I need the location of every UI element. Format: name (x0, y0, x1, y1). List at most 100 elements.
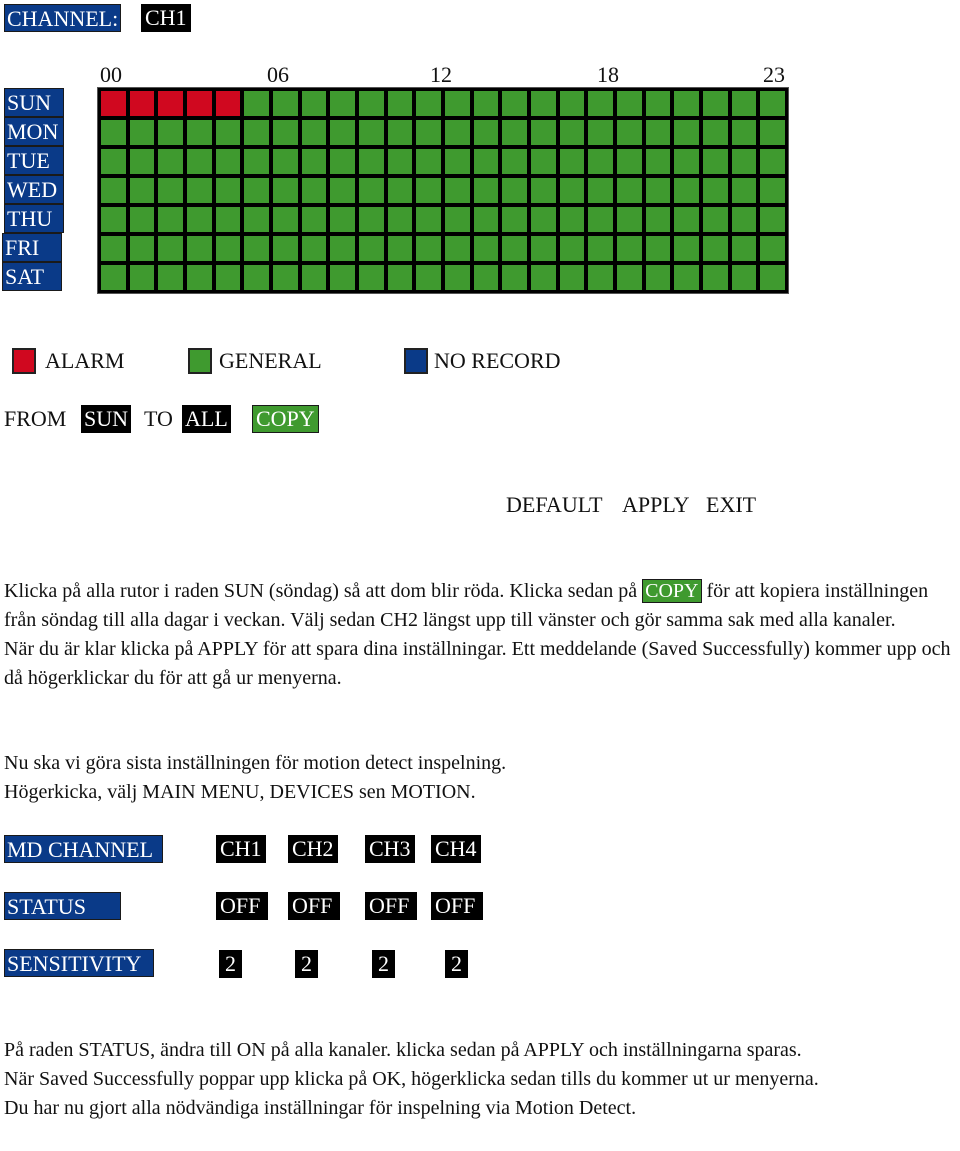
schedule-cell-thu-4[interactable] (215, 207, 241, 232)
schedule-cell-thu-1[interactable] (129, 207, 155, 232)
schedule-cell-thu-20[interactable] (674, 207, 699, 232)
schedule-cell-tue-2[interactable] (158, 149, 183, 174)
schedule-cell-tue-22[interactable] (731, 149, 757, 174)
schedule-cell-fri-21[interactable] (702, 236, 728, 261)
schedule-cell-mon-18[interactable] (616, 120, 642, 145)
schedule-cell-tue-7[interactable] (301, 149, 327, 174)
schedule-cell-sat-2[interactable] (158, 265, 183, 290)
schedule-cell-fri-23[interactable] (760, 236, 785, 261)
schedule-cell-sat-13[interactable] (473, 265, 499, 290)
schedule-cell-tue-6[interactable] (272, 149, 298, 174)
schedule-cell-mon-22[interactable] (731, 120, 757, 145)
schedule-cell-tue-8[interactable] (330, 149, 355, 174)
schedule-cell-mon-2[interactable] (158, 120, 183, 145)
schedule-cell-sun-6[interactable] (272, 91, 298, 116)
schedule-cell-sun-19[interactable] (645, 91, 671, 116)
schedule-cell-thu-12[interactable] (444, 207, 470, 232)
schedule-cell-tue-20[interactable] (674, 149, 699, 174)
schedule-cell-mon-7[interactable] (301, 120, 327, 145)
schedule-cell-thu-14[interactable] (502, 207, 527, 232)
schedule-cell-wed-0[interactable] (101, 178, 126, 203)
schedule-cell-wed-3[interactable] (186, 178, 212, 203)
schedule-cell-thu-15[interactable] (530, 207, 556, 232)
schedule-cell-tue-15[interactable] (530, 149, 556, 174)
schedule-cell-sat-17[interactable] (588, 265, 613, 290)
status-select-ch1[interactable]: OFF (216, 892, 269, 920)
schedule-cell-fri-7[interactable] (301, 236, 327, 261)
schedule-cell-sun-4[interactable] (215, 91, 241, 116)
schedule-cell-mon-19[interactable] (645, 120, 671, 145)
schedule-cell-wed-13[interactable] (473, 178, 499, 203)
schedule-cell-sat-0[interactable] (101, 265, 126, 290)
schedule-cell-tue-1[interactable] (129, 149, 155, 174)
schedule-cell-sat-14[interactable] (502, 265, 527, 290)
schedule-cell-wed-23[interactable] (760, 178, 785, 203)
schedule-cell-sun-0[interactable] (101, 91, 126, 116)
schedule-cell-mon-3[interactable] (186, 120, 212, 145)
schedule-cell-fri-8[interactable] (330, 236, 355, 261)
schedule-cell-fri-15[interactable] (530, 236, 556, 261)
schedule-cell-sun-9[interactable] (358, 91, 384, 116)
schedule-cell-sat-4[interactable] (215, 265, 241, 290)
schedule-cell-fri-4[interactable] (215, 236, 241, 261)
schedule-cell-fri-6[interactable] (272, 236, 298, 261)
schedule-cell-tue-11[interactable] (416, 149, 441, 174)
schedule-cell-sun-2[interactable] (158, 91, 183, 116)
schedule-cell-mon-17[interactable] (588, 120, 613, 145)
schedule-cell-fri-22[interactable] (731, 236, 757, 261)
schedule-cell-tue-19[interactable] (645, 149, 671, 174)
sensitivity-select-ch4[interactable]: 2 (445, 950, 468, 978)
schedule-cell-sat-8[interactable] (330, 265, 355, 290)
schedule-cell-tue-9[interactable] (358, 149, 384, 174)
schedule-cell-tue-3[interactable] (186, 149, 212, 174)
schedule-cell-wed-16[interactable] (559, 178, 585, 203)
schedule-cell-tue-21[interactable] (702, 149, 728, 174)
schedule-cell-sat-7[interactable] (301, 265, 327, 290)
schedule-cell-mon-0[interactable] (101, 120, 126, 145)
schedule-cell-sun-18[interactable] (616, 91, 642, 116)
sensitivity-select-ch1[interactable]: 2 (219, 950, 242, 978)
schedule-cell-sun-22[interactable] (731, 91, 757, 116)
schedule-cell-fri-19[interactable] (645, 236, 671, 261)
schedule-cell-mon-11[interactable] (416, 120, 441, 145)
schedule-cell-thu-19[interactable] (645, 207, 671, 232)
schedule-cell-fri-2[interactable] (158, 236, 183, 261)
schedule-cell-wed-2[interactable] (158, 178, 183, 203)
schedule-cell-thu-22[interactable] (731, 207, 757, 232)
schedule-cell-sun-3[interactable] (186, 91, 212, 116)
schedule-cell-fri-14[interactable] (502, 236, 527, 261)
schedule-cell-tue-18[interactable] (616, 149, 642, 174)
schedule-cell-sat-12[interactable] (444, 265, 470, 290)
schedule-cell-sun-1[interactable] (129, 91, 155, 116)
schedule-cell-thu-8[interactable] (330, 207, 355, 232)
schedule-cell-thu-9[interactable] (358, 207, 384, 232)
schedule-cell-mon-15[interactable] (530, 120, 556, 145)
status-select-ch2[interactable]: OFF (288, 892, 341, 920)
schedule-cell-thu-2[interactable] (158, 207, 183, 232)
schedule-cell-tue-23[interactable] (760, 149, 785, 174)
schedule-cell-sun-8[interactable] (330, 91, 355, 116)
schedule-cell-mon-9[interactable] (358, 120, 384, 145)
schedule-cell-fri-17[interactable] (588, 236, 613, 261)
schedule-cell-tue-4[interactable] (215, 149, 241, 174)
schedule-cell-tue-0[interactable] (101, 149, 126, 174)
schedule-cell-mon-16[interactable] (559, 120, 585, 145)
schedule-cell-tue-10[interactable] (387, 149, 413, 174)
schedule-cell-thu-23[interactable] (760, 207, 785, 232)
schedule-cell-fri-3[interactable] (186, 236, 212, 261)
default-button[interactable]: DEFAULT (506, 491, 603, 519)
apply-button[interactable]: APPLY (622, 491, 689, 519)
schedule-cell-thu-16[interactable] (559, 207, 585, 232)
schedule-cell-thu-6[interactable] (272, 207, 298, 232)
schedule-cell-wed-21[interactable] (702, 178, 728, 203)
schedule-cell-sat-21[interactable] (702, 265, 728, 290)
schedule-cell-fri-9[interactable] (358, 236, 384, 261)
schedule-cell-sun-20[interactable] (674, 91, 699, 116)
schedule-cell-fri-0[interactable] (101, 236, 126, 261)
schedule-cell-wed-14[interactable] (502, 178, 527, 203)
schedule-cell-thu-7[interactable] (301, 207, 327, 232)
schedule-cell-sat-5[interactable] (244, 265, 269, 290)
schedule-cell-sat-15[interactable] (530, 265, 556, 290)
schedule-cell-sat-18[interactable] (616, 265, 642, 290)
schedule-cell-sun-23[interactable] (760, 91, 785, 116)
